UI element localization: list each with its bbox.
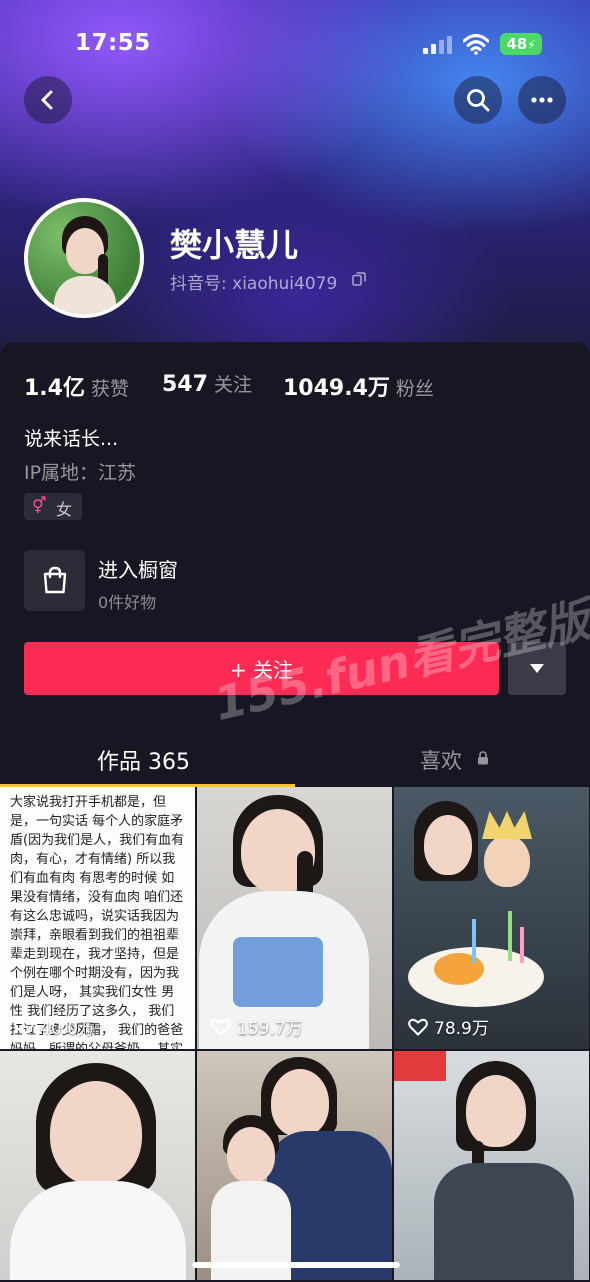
caret-down-icon [530,664,544,673]
avatar-photo [28,202,140,314]
home-indicator [192,1262,400,1268]
heart-icon [408,1018,428,1035]
likes-label: 获赞 [90,378,129,400]
video-caption-text: 大家说我打开手机都是，但是，一句实话 每个人的家庭矛盾(因为我们是人，我们有血有… [10,795,185,1049]
stat-likes: 1.4亿 获赞 [24,370,129,402]
status-time: 17:55 [75,30,151,56]
ip-location: IP属地：江苏 [24,462,137,484]
tab-works[interactable]: 作品 365 [97,744,190,776]
search-button[interactable] [454,76,502,124]
video-likes: 78.9万 [408,1014,489,1039]
battery-indicator: 48⚡ [500,33,542,55]
status-bar: 17:55 48⚡ [0,28,590,62]
video-thumbnail[interactable] [394,1051,589,1280]
signal-icon [423,36,452,54]
following-label: 关注 [213,374,252,396]
lock-icon [478,751,488,765]
battery-level: 48 [506,35,528,53]
wifi-icon [463,34,489,55]
heart-icon [211,1018,231,1035]
video-likes: 40.0万 [14,1014,95,1039]
shop-window-title[interactable]: 进入橱窗 [98,554,178,583]
gender-tag: ⚥ 女 [24,493,82,520]
avatar[interactable] [24,198,144,318]
gender-female-icon: ⚥ [32,496,47,515]
shopping-bag-icon [43,566,67,594]
gender-label: 女 [56,500,73,519]
followers-label: 粉丝 [395,378,434,400]
back-button[interactable] [24,76,72,124]
video-likes: 159.7万 [211,1014,303,1039]
video-like-count: 78.9万 [434,1019,489,1039]
profile-bio[interactable]: 说来话长... [24,424,118,451]
more-button[interactable] [518,76,566,124]
stat-following[interactable]: 547 关注 [162,370,252,397]
video-grid: 大家说我打开手机都是，但是，一句实话 每个人的家庭矛盾(因为我们是人，我们有血有… [0,787,590,1280]
video-thumbnail[interactable]: 159.7万 [197,787,392,1049]
shop-window-subtitle: 0件好物 [98,593,157,612]
chevron-left-icon [41,90,53,110]
video-thumbnail[interactable]: 78.9万 [394,787,589,1049]
tab-liked[interactable]: 喜欢 [420,745,462,775]
douyin-id[interactable]: 抖音号: xiaohui4079 [170,269,337,294]
video-thumbnail[interactable]: 大家说我打开手机都是，但是，一句实话 每个人的家庭矛盾(因为我们是人，我们有血有… [0,787,195,1049]
video-like-count: 159.7万 [237,1019,303,1039]
video-like-count: 40.0万 [40,1019,95,1039]
profile-name: 樊小慧儿 [170,226,299,264]
video-thumbnail[interactable] [197,1051,392,1280]
copy-icon[interactable] [352,272,366,286]
heart-icon [14,1018,34,1035]
video-thumbnail[interactable] [0,1051,195,1280]
likes-count: 1.4亿 [24,376,85,401]
followers-count: 1049.4万 [283,376,390,401]
stat-followers[interactable]: 1049.4万 粉丝 [283,370,434,402]
more-dots-icon [531,97,553,103]
following-count: 547 [162,372,208,397]
shop-window-button[interactable] [24,550,85,611]
search-icon [467,89,490,112]
